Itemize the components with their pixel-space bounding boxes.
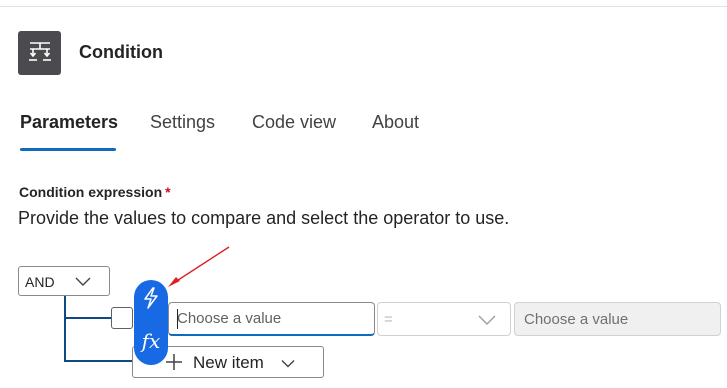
tab-code-view[interactable]: Code view [252,112,336,133]
tab-about[interactable]: About [372,112,419,133]
new-item-label: New item [193,353,264,372]
chevron-down-icon [478,313,496,331]
comparison-operator-dropdown[interactable]: = [377,302,511,336]
group-operator-value: AND [25,274,55,290]
group-operator-dropdown[interactable]: AND [18,266,110,296]
page-title: Condition [79,42,163,62]
condition-expression-label: Condition expression * [19,184,171,200]
condition-icon [18,31,61,75]
left-value-input[interactable] [168,302,375,336]
dynamic-content-button[interactable] [134,283,168,317]
tab-parameters[interactable]: Parameters [20,112,118,133]
row-select-checkbox[interactable] [111,307,133,329]
tab-settings[interactable]: Settings [150,112,215,133]
text-cursor [177,309,178,329]
condition-expression-label-text: Condition expression [19,184,163,200]
required-marker: * [165,184,171,200]
condition-description: Provide the values to compare and select… [18,208,510,228]
tree-connector-vertical [64,296,66,362]
expression-button[interactable]: fx [134,324,168,358]
token-picker-pill: fx [134,280,168,365]
right-value-input[interactable] [514,302,721,336]
active-tab-indicator [20,148,116,151]
comparison-operator-value: = [384,311,393,328]
top-divider [0,6,727,7]
lightning-icon [142,286,160,314]
chevron-down-icon [281,356,295,374]
chevron-down-icon [75,275,91,293]
tree-connector-row [64,317,111,319]
tree-connector-new-item [64,360,132,362]
